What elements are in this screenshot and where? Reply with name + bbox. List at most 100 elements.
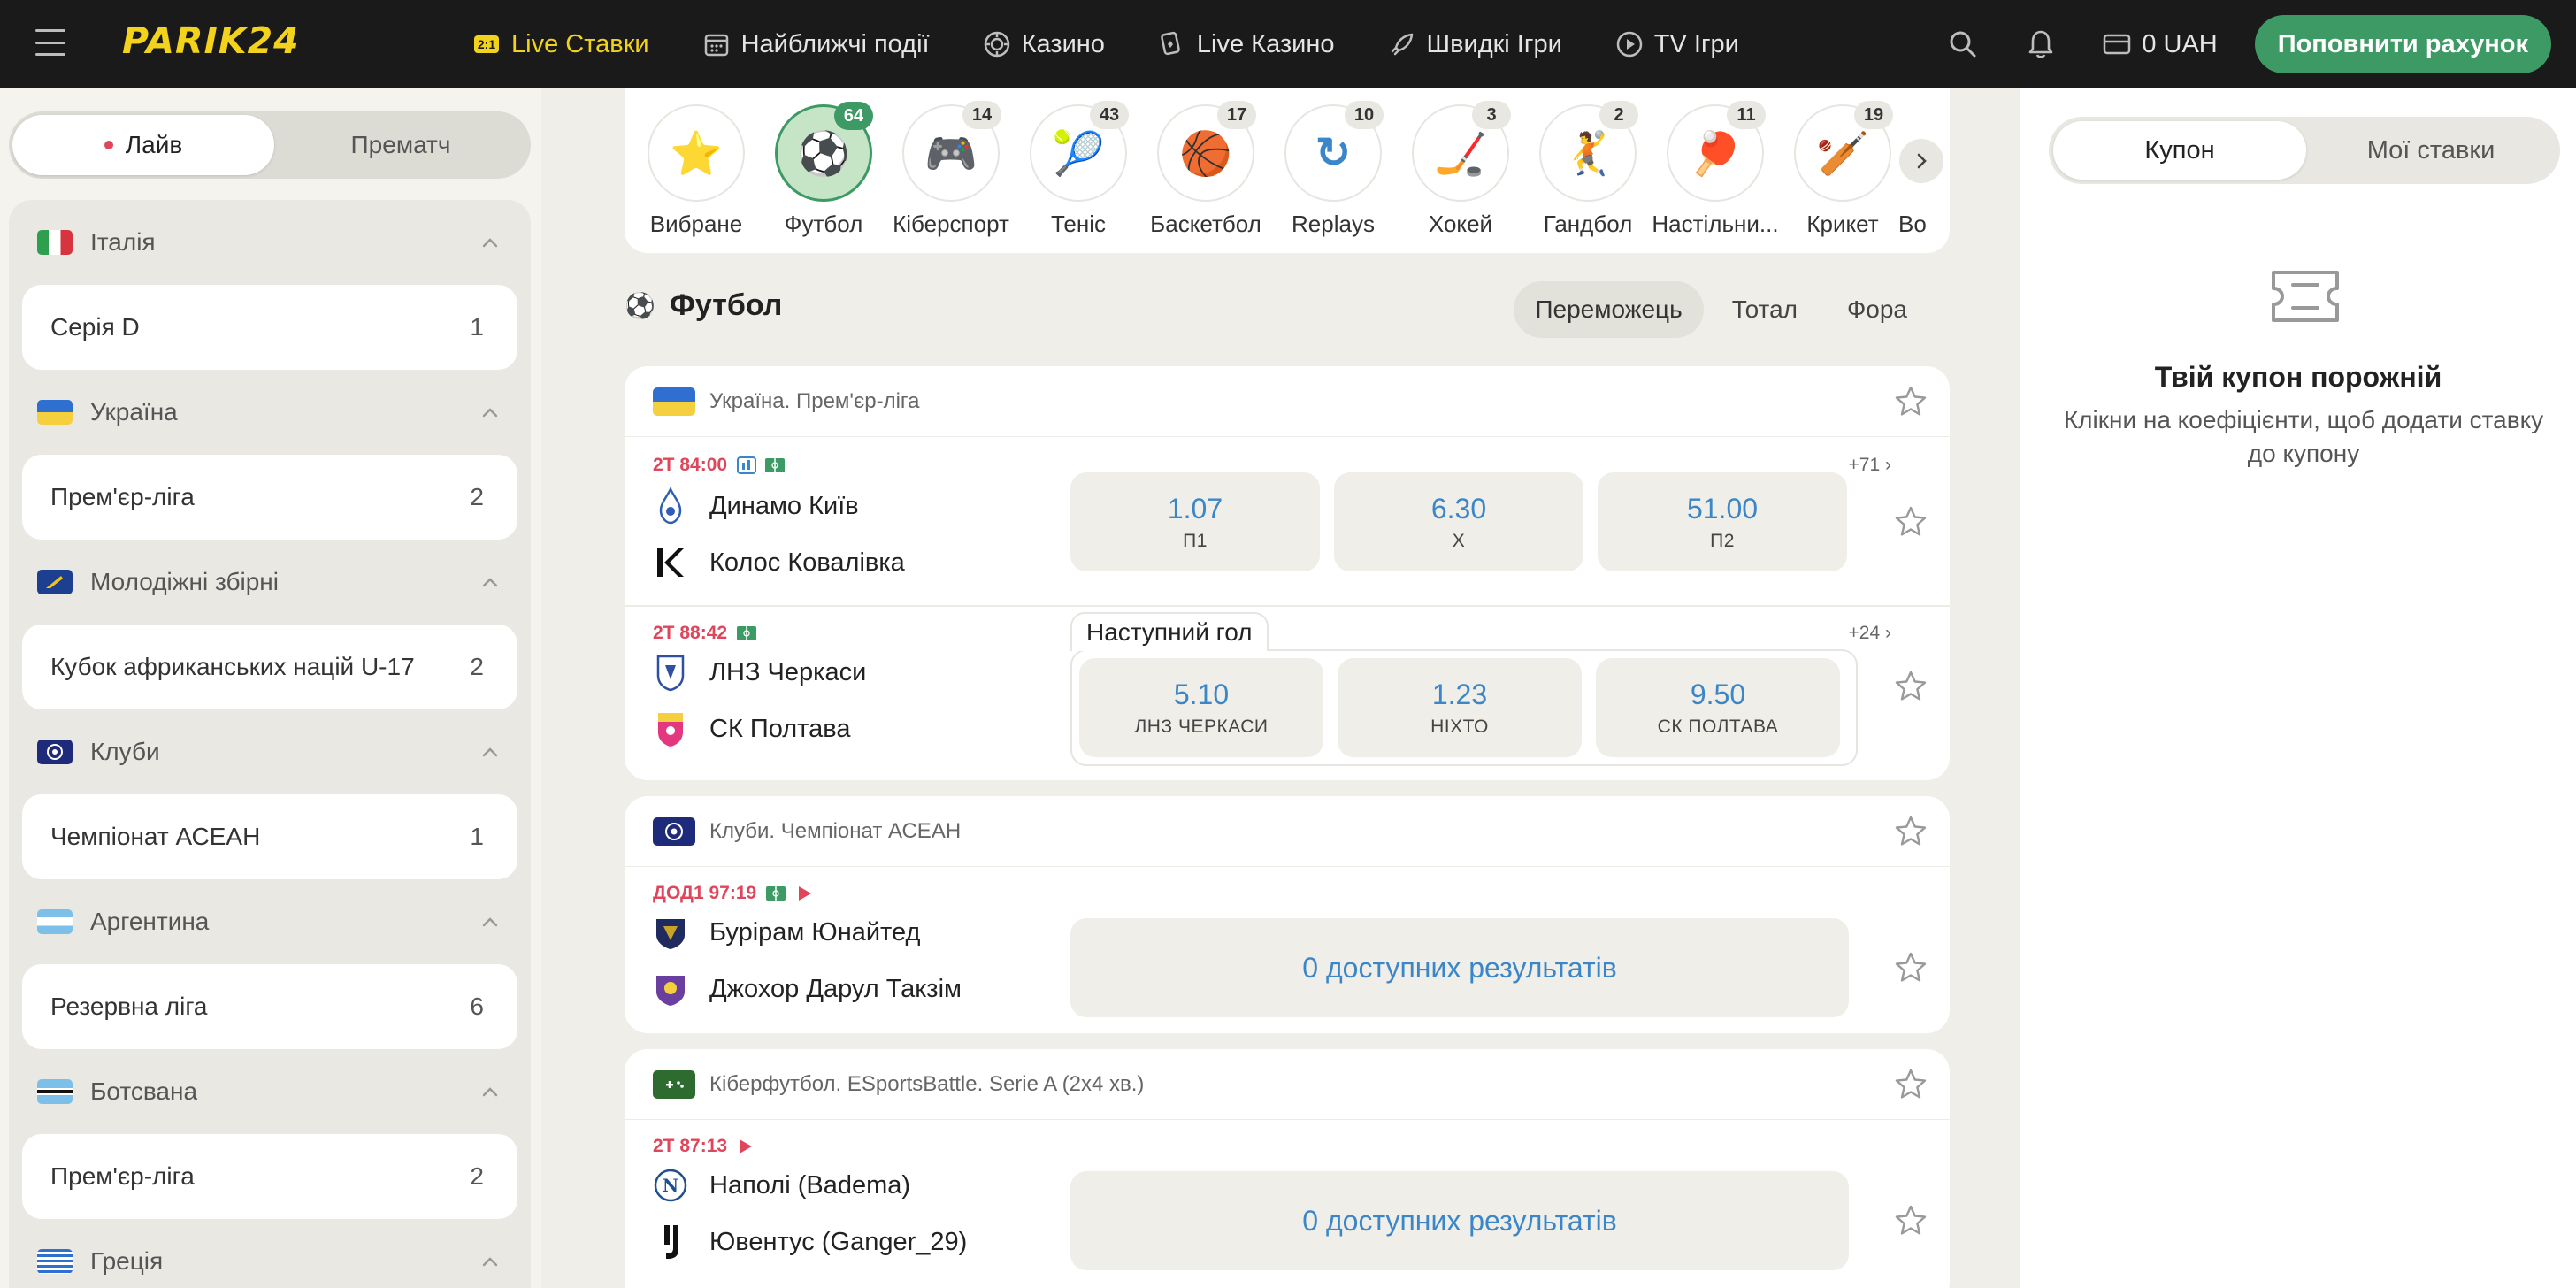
carousel-next-button[interactable] <box>1893 115 1950 207</box>
logo[interactable]: PARIK24 <box>122 19 300 62</box>
field-icon <box>765 886 786 901</box>
league-card: Клуби. Чемпіонат АСЕАН ДОД1 97:19 Буріра… <box>625 796 1950 1033</box>
tab-handicap[interactable]: Фора <box>1826 281 1928 338</box>
country-clubs[interactable]: Клуби <box>9 709 531 794</box>
nav-tv-games[interactable]: TV Ігри <box>1615 30 1739 59</box>
league-item[interactable]: Серія D 1 <box>22 285 518 370</box>
sport-count-badge: 64 <box>834 102 873 130</box>
ukraine-flag-icon <box>37 400 73 425</box>
argentina-flag-icon <box>37 909 73 934</box>
youth-teams-icon <box>37 570 73 594</box>
star-icon: ⭐ <box>648 104 745 202</box>
stats-icon <box>736 456 757 475</box>
italy-flag-icon <box>37 230 73 255</box>
sport-cricket[interactable]: 🏏 19 Крикет <box>1771 101 1895 246</box>
country-ukraine[interactable]: Україна <box>9 370 531 455</box>
league-item[interactable]: Чемпіонат АСЕАН 1 <box>22 794 518 879</box>
league-item[interactable]: Прем'єр-ліга 2 <box>22 1134 518 1219</box>
header-actions: 0 UAH Поповнити рахунок <box>1945 0 2576 88</box>
favorite-star-icon[interactable] <box>1893 669 1928 704</box>
handball-icon: 🤾 2 <box>1539 101 1638 202</box>
chevron-up-icon <box>482 1087 498 1097</box>
no-results-button[interactable]: 0 доступних результатів <box>1070 918 1849 1017</box>
nav-upcoming[interactable]: Найближчі події <box>702 30 930 59</box>
nav-live-casino[interactable]: Live Казино <box>1158 30 1335 59</box>
nav-live-bets[interactable]: 2:1 Live Ставки <box>472 30 649 59</box>
coupon-tabs: Купон Мої ставки <box>2049 117 2560 184</box>
league-item[interactable]: Кубок африканських націй U-17 2 <box>22 625 518 709</box>
sport-handball[interactable]: 🤾 2 Гандбол <box>1516 101 1640 246</box>
deposit-button[interactable]: Поповнити рахунок <box>2254 15 2551 73</box>
odd-button[interactable]: 5.10 ЛНЗ ЧЕРКАСИ <box>1079 658 1323 757</box>
sport-table-tennis[interactable]: 🏓 11 Настільни... <box>1644 101 1779 246</box>
tab-live[interactable]: Лайв <box>12 115 274 175</box>
tab-prematch[interactable]: Прематч <box>274 115 527 175</box>
sport-hockey[interactable]: 🏒 3 Хокей <box>1389 101 1513 246</box>
match-row[interactable]: 2Т 84:00 +71 › Динамо Київ 2 Колос Ковал… <box>625 437 1950 605</box>
chevron-up-icon <box>482 917 498 927</box>
league-list: Італія Серія D 1 Україна Прем'єр-ліга 2 … <box>9 200 531 1288</box>
sport-esports[interactable]: 🎮 14 Кіберспорт <box>879 101 1009 246</box>
team-logo-icon <box>653 543 688 582</box>
country-greece[interactable]: Греція <box>9 1219 531 1288</box>
more-markets-link[interactable]: +71 › <box>1849 455 1891 476</box>
tab-coupon[interactable]: Купон <box>2053 121 2306 180</box>
sport-basketball[interactable]: 🏀 17 Баскетбол <box>1134 101 1261 246</box>
favorite-star-icon[interactable] <box>1893 1203 1928 1238</box>
search-icon[interactable] <box>1945 27 1981 62</box>
rocket-icon <box>1388 30 1416 58</box>
table-tennis-icon: 🏓 11 <box>1667 101 1766 202</box>
odd-button[interactable]: 51.00 П2 <box>1598 472 1847 571</box>
favorite-star-icon[interactable] <box>1893 950 1928 985</box>
country-youth-teams[interactable]: Молодіжні збірні <box>9 540 531 625</box>
sport-count-badge: 17 <box>1217 101 1256 129</box>
live-score-icon: 2:1 <box>472 30 501 58</box>
nav-casino[interactable]: Казино <box>983 30 1105 59</box>
match-row[interactable]: ДОД1 97:19 Бурірам Юнайтед 1 Джохор Дару… <box>625 867 1950 1033</box>
more-markets-link[interactable]: +24 › <box>1849 623 1891 644</box>
menu-icon[interactable] <box>35 29 65 56</box>
country-botswana[interactable]: Ботсвана <box>9 1049 531 1134</box>
league-card-header[interactable]: Клуби. Чемпіонат АСЕАН <box>625 796 1950 867</box>
match-row[interactable]: 2Т 88:42 ЛНЗ Черкаси 2 СК Полтава 0 Наст… <box>625 607 1950 780</box>
tab-total[interactable]: Тотал <box>1711 281 1819 338</box>
country-argentina[interactable]: Аргентина <box>9 879 531 964</box>
league-item[interactable]: Прем'єр-ліга 2 <box>22 455 518 540</box>
main-nav: 2:1 Live Ставки Найближчі події Казино L… <box>472 0 1792 88</box>
basketball-icon: 🏀 17 <box>1157 101 1256 202</box>
favorite-star-icon[interactable] <box>1893 384 1928 419</box>
nav-fast-games[interactable]: Швидкі Ігри <box>1388 30 1562 59</box>
league-item[interactable]: Резервна ліга 6 <box>22 964 518 1049</box>
tab-winner[interactable]: Переможець <box>1514 281 1704 338</box>
favorite-star-icon[interactable] <box>1893 1067 1928 1102</box>
tab-my-bets[interactable]: Мої ставки <box>2306 121 2556 180</box>
market-label: Наступний гол <box>1070 612 1269 651</box>
odd-button[interactable]: 9.50 СК ПОЛТАВА <box>1596 658 1840 757</box>
sports-carousel: ⭐ Вибране ⚽ 64 Футбол 🎮 14 Кіберспорт 🎾 … <box>625 88 1950 253</box>
favorite-star-icon[interactable] <box>1893 504 1928 540</box>
balance[interactable]: 0 UAH <box>2103 30 2218 59</box>
league-card-header[interactable]: Україна. Прем'єр-ліга <box>625 366 1950 437</box>
ticket-icon <box>2272 271 2339 322</box>
no-results-button[interactable]: 0 доступних результатів <box>1070 1171 1849 1270</box>
left-sidebar: Лайв Прематч Італія Серія D 1 Україна Пр… <box>0 88 541 1288</box>
football-icon: ⚽ <box>625 292 656 319</box>
clubs-icon <box>653 816 695 846</box>
sport-tennis[interactable]: 🎾 43 Теніс <box>1007 101 1131 246</box>
country-italy[interactable]: Італія <box>9 200 531 285</box>
league-card-header[interactable]: Кіберфутбол. ESportsBattle. Serie A (2x4… <box>625 1049 1950 1120</box>
sport-favorites[interactable]: ⭐ Вибране <box>625 104 748 246</box>
botswana-flag-icon <box>37 1079 73 1104</box>
sport-replays[interactable]: ↻ 10 Replays <box>1261 101 1385 246</box>
empty-coupon-title: Твій купон порожній <box>2154 361 2442 393</box>
odd-button[interactable]: 6.30 Х <box>1334 472 1583 571</box>
sport-football[interactable]: ⚽ 64 Футбол <box>752 102 876 246</box>
favorite-star-icon[interactable] <box>1893 814 1928 849</box>
match-row[interactable]: 2Т 87:13 N Наполі (Badema) 0 Ювентус (Ga… <box>625 1120 1950 1288</box>
bell-icon[interactable] <box>2023 27 2058 62</box>
odd-button[interactable]: 1.23 НІХТО <box>1338 658 1582 757</box>
tv-games-icon <box>1615 30 1644 58</box>
hockey-puck-icon: 🏒 3 <box>1412 101 1511 202</box>
odd-button[interactable]: 1.07 П1 <box>1070 472 1320 571</box>
coupon-panel: Купон Мої ставки Твій купон порожній Клі… <box>2020 88 2576 1288</box>
